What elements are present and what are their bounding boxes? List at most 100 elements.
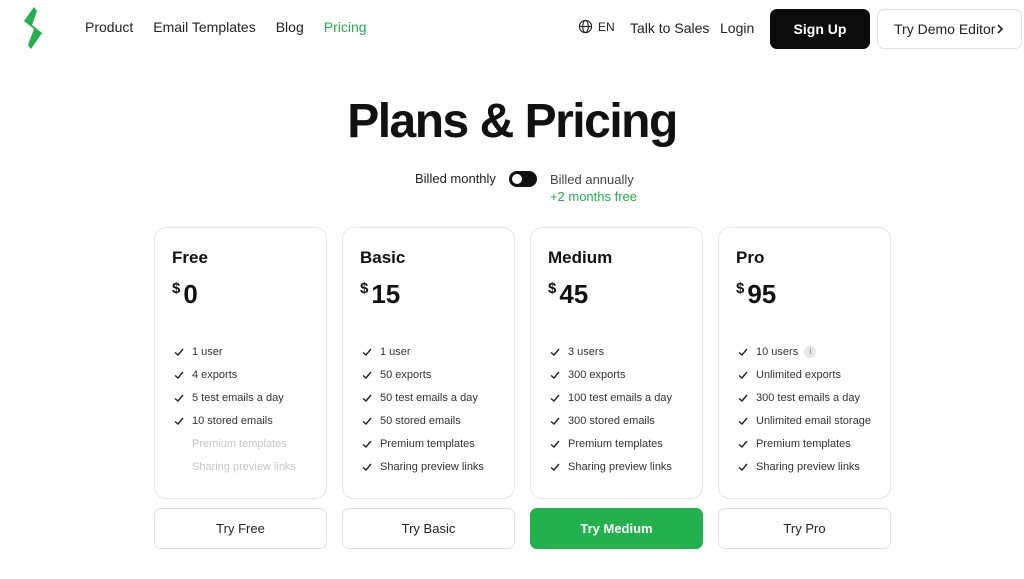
feature-label: Premium templates (756, 437, 851, 450)
feature-label: 50 test emails a day (380, 391, 478, 404)
feature-label: Unlimited email storage (756, 414, 871, 427)
plan-card-1: Basic $15 1 user 50 exports 50 test emails a… (342, 227, 515, 499)
check-icon (362, 417, 372, 425)
nav-blog[interactable]: Blog (276, 19, 304, 35)
feature-label: 10 stored emails (192, 414, 273, 427)
check-icon (738, 463, 748, 471)
check-icon (362, 371, 372, 379)
check-icon (550, 417, 560, 425)
check-icon (550, 463, 560, 471)
feature-label: 50 stored emails (380, 414, 461, 427)
price-amount: 15 (371, 279, 401, 309)
feature-label: 5 test emails a day (192, 391, 284, 404)
info-icon[interactable]: i (804, 345, 817, 358)
nav-pricing[interactable]: Pricing (324, 19, 367, 35)
feature-label: 4 exports (192, 368, 238, 381)
feature-item: 4 exports (173, 363, 296, 386)
feature-item: 10 users i (737, 340, 871, 363)
feature-label: 10 users (756, 345, 799, 358)
check-icon (738, 371, 748, 379)
check-icon (738, 417, 748, 425)
nav-product[interactable]: Product (85, 19, 133, 35)
feature-label: 100 test emails a day (568, 391, 672, 404)
try-demo-editor-button[interactable]: Try Demo Editor (877, 9, 1022, 49)
feature-item: 300 exports (549, 363, 672, 386)
feature-item: 5 test emails a day (173, 386, 296, 409)
check-icon (738, 440, 748, 448)
price-amount: 0 (183, 279, 198, 309)
price-amount: 95 (747, 279, 777, 309)
check-icon (174, 348, 184, 356)
feature-list: 1 user 4 exports 5 test emails a day 10 sto… (173, 340, 296, 478)
feature-item: Premium templates (361, 432, 484, 455)
nav-email-templates[interactable]: Email Templates (153, 19, 255, 35)
feature-list: 3 users 300 exports 100 test emails a day 3… (549, 340, 672, 478)
feature-label: 1 user (380, 345, 411, 358)
try-plan-button-3[interactable]: Try Pro (718, 508, 891, 549)
plan-price: $45 (548, 280, 685, 308)
feature-label: 300 stored emails (568, 414, 655, 427)
billing-toggle[interactable] (508, 171, 537, 187)
talk-to-sales-link[interactable]: Talk to Sales (630, 20, 709, 36)
feature-label: 300 exports (568, 368, 626, 381)
feature-label: 300 test emails a day (756, 391, 860, 404)
feature-item-disabled: Sharing preview links (173, 455, 296, 478)
plan-price: $15 (360, 280, 497, 308)
feature-label: 3 users (568, 345, 605, 358)
feature-item: 100 test emails a day (549, 386, 672, 409)
plan-price: $0 (172, 280, 309, 308)
login-link[interactable]: Login (720, 20, 754, 36)
toggle-knob (511, 174, 522, 184)
feature-item: Premium templates (549, 432, 672, 455)
currency-symbol: $ (360, 280, 369, 297)
currency-symbol: $ (548, 280, 557, 297)
feature-label: Premium templates (380, 437, 475, 450)
check-icon (362, 394, 372, 402)
currency-symbol: $ (736, 280, 745, 297)
sign-up-button[interactable]: Sign Up (770, 9, 870, 49)
feature-list: 1 user 50 exports 50 test emails a day 50 s… (361, 340, 484, 478)
check-icon (550, 440, 560, 448)
plan-card-3: Pro $95 10 users i Unlimited exports 300 test… (718, 227, 891, 499)
plan-name: Free (172, 248, 208, 267)
plan-name: Pro (736, 248, 765, 267)
try-plan-button-2[interactable]: Try Medium (530, 508, 703, 549)
check-icon (550, 371, 560, 379)
feature-item: Sharing preview links (361, 455, 484, 478)
feature-item: Sharing preview links (549, 455, 672, 478)
plan-name: Medium (548, 248, 613, 267)
check-icon (550, 348, 560, 356)
feature-label: Sharing preview links (568, 460, 672, 473)
feature-label: Sharing preview links (192, 460, 296, 473)
feature-item: 50 stored emails (361, 409, 484, 432)
feature-label: Sharing preview links (756, 460, 860, 473)
billed-annually-label: Billed annually (549, 172, 634, 187)
check-icon (362, 463, 372, 471)
feature-item: 300 test emails a day (737, 386, 871, 409)
check-icon (362, 440, 372, 448)
brand-logo-icon[interactable] (20, 5, 46, 51)
feature-label: 1 user (192, 345, 223, 358)
language-selector[interactable]: EN (578, 19, 615, 34)
check-icon (174, 394, 184, 402)
page-title: Plans & Pricing (347, 95, 678, 148)
plan-card-2: Medium $45 3 users 300 exports 100 test emai… (530, 227, 703, 499)
try-plan-button-0[interactable]: Try Free (154, 508, 327, 549)
annual-bonus-label: +2 months free (549, 189, 638, 204)
feature-label: Sharing preview links (380, 460, 484, 473)
plan-price: $95 (736, 280, 873, 308)
plan-name: Basic (360, 248, 406, 267)
feature-item: Unlimited exports (737, 363, 871, 386)
feature-item: Premium templates (737, 432, 871, 455)
check-icon (362, 348, 372, 356)
try-plan-button-1[interactable]: Try Basic (342, 508, 515, 549)
currency-symbol: $ (172, 280, 181, 297)
feature-item: 3 users (549, 340, 672, 363)
feature-item: 50 exports (361, 363, 484, 386)
feature-label: 50 exports (380, 368, 432, 381)
feature-item: 10 stored emails (173, 409, 296, 432)
chevron-right-icon (997, 24, 1004, 34)
feature-label: Unlimited exports (756, 368, 841, 381)
plan-card-0: Free $0 1 user 4 exports 5 test emails a day… (154, 227, 327, 499)
feature-list: 10 users i Unlimited exports 300 test email… (737, 340, 871, 478)
